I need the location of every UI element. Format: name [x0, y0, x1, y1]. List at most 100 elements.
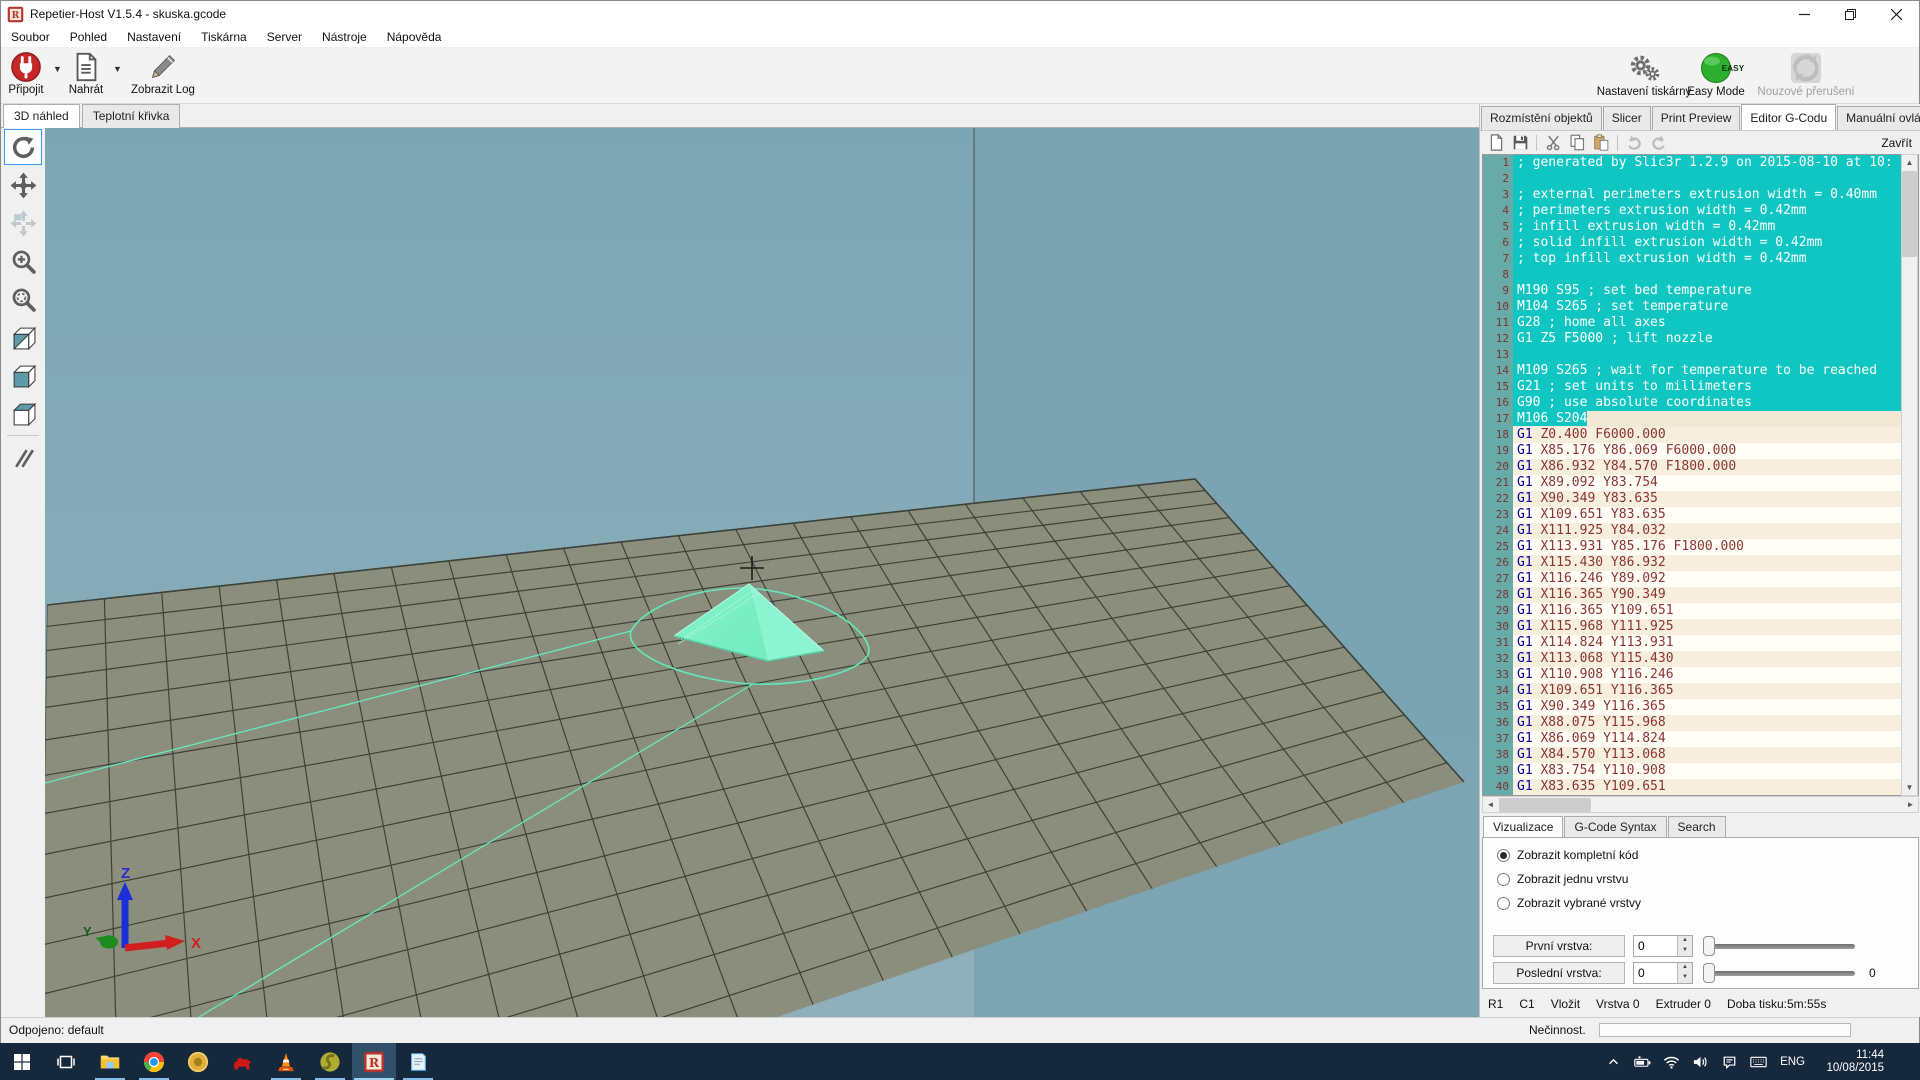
tool-zoom-in-icon[interactable]: [4, 243, 42, 279]
view-tab-teplotn-k-ivka[interactable]: Teplotní křivka: [82, 104, 181, 128]
taskbar-notepad-icon[interactable]: [396, 1043, 440, 1080]
tray-touch-keyboard-icon[interactable]: [1748, 1054, 1768, 1070]
last-layer-down[interactable]: ▼: [1677, 973, 1692, 983]
taskbar-gold-app-icon[interactable]: [176, 1043, 220, 1080]
view-tab-3d-n-hled[interactable]: 3D náhled: [3, 104, 80, 129]
tray-wifi-icon[interactable]: [1661, 1054, 1681, 1070]
connect-dropdown-arrow[interactable]: ▼: [53, 64, 62, 74]
tray-battery-icon[interactable]: [1632, 1054, 1652, 1070]
gcode-line-15[interactable]: 15G21 ; set units to millimeters: [1483, 379, 1918, 395]
last-layer-slider[interactable]: [1703, 962, 1855, 984]
close-editor-link[interactable]: Zavřít: [1881, 131, 1912, 155]
taskbar-start-icon[interactable]: [0, 1043, 44, 1080]
menu-item-soubor[interactable]: Soubor: [1, 27, 60, 47]
gcode-line-18[interactable]: 18G1 Z0.400 F6000.000: [1483, 427, 1918, 443]
tab-manu-ln-ovl-d-n[interactable]: Manuální ovládání: [1837, 106, 1920, 130]
radio-button[interactable]: [1497, 897, 1510, 910]
last-layer-button[interactable]: Poslední vrstva:: [1493, 962, 1625, 984]
gcode-line-6[interactable]: 6; solid infill extrusion width = 0.42mm: [1483, 235, 1918, 251]
taskbar-file-explorer-icon[interactable]: [88, 1043, 132, 1080]
gcode-line-38[interactable]: 38G1 X84.570 Y113.068: [1483, 747, 1918, 763]
tray-chevron-up-icon[interactable]: [1603, 1054, 1623, 1070]
close-button[interactable]: [1873, 1, 1919, 27]
first-layer-down[interactable]: ▼: [1677, 946, 1692, 956]
tool-rotate-icon[interactable]: [4, 129, 42, 165]
gcode-line-13[interactable]: 13: [1483, 347, 1918, 363]
taskbar-clock[interactable]: 11:44 10/08/2015: [1826, 1043, 1884, 1080]
gcode-line-23[interactable]: 23G1 X109.651 Y83.635: [1483, 507, 1918, 523]
taskbar-slicer-icon[interactable]: [308, 1043, 352, 1080]
tab-slicer[interactable]: Slicer: [1603, 106, 1651, 130]
copy-icon[interactable]: [1567, 133, 1587, 153]
gcode-line-8[interactable]: 8: [1483, 267, 1918, 283]
scroll-up-arrow[interactable]: ▲: [1902, 155, 1917, 170]
taskbar-chrome-icon[interactable]: [132, 1043, 176, 1080]
gcode-line-27[interactable]: 27G1 X116.246 Y89.092: [1483, 571, 1918, 587]
menu-item-nastaven[interactable]: Nastavení: [117, 27, 191, 47]
editor-horizontal-scrollbar[interactable]: ◄ ►: [1482, 796, 1919, 813]
gcode-line-9[interactable]: 9M190 S95 ; set bed temperature: [1483, 283, 1918, 299]
taskbar-vlc-icon[interactable]: [264, 1043, 308, 1080]
tab-rozm-st-n-objekt[interactable]: Rozmístění objektů: [1481, 106, 1602, 130]
scroll-left-arrow[interactable]: ◄: [1483, 797, 1498, 812]
taskbar-repetier-icon[interactable]: R: [352, 1043, 396, 1080]
gcode-line-7[interactable]: 7; top infill extrusion width = 0.42mm: [1483, 251, 1918, 267]
gcode-line-3[interactable]: 3; external perimeters extrusion width =…: [1483, 187, 1918, 203]
tray-language[interactable]: ENG: [1777, 1056, 1808, 1068]
gcode-line-35[interactable]: 35G1 X90.349 Y116.365: [1483, 699, 1918, 715]
taskbar-red-dog-app-icon[interactable]: [220, 1043, 264, 1080]
easy-mode-button[interactable]: EASY Easy Mode: [1684, 51, 1748, 101]
paste-icon[interactable]: [1591, 133, 1611, 153]
tray-volume-icon[interactable]: [1690, 1054, 1710, 1070]
radio-option-zobrazit-kompletn-k-d[interactable]: Zobrazit kompletní kód: [1497, 848, 1918, 862]
gcode-line-11[interactable]: 11G28 ; home all axes: [1483, 315, 1918, 331]
radio-option-zobrazit-vybran-vrstvy[interactable]: Zobrazit vybrané vrstvy: [1497, 896, 1918, 910]
first-layer-slider[interactable]: [1703, 935, 1855, 957]
first-layer-up[interactable]: ▲: [1677, 936, 1692, 946]
gcode-line-20[interactable]: 20G1 X86.932 Y84.570 F1800.000: [1483, 459, 1918, 475]
undo-icon[interactable]: [1624, 133, 1644, 153]
vertical-scroll-thumb[interactable]: [1902, 171, 1917, 257]
gcode-line-33[interactable]: 33G1 X110.908 Y116.246: [1483, 667, 1918, 683]
gcode-editor[interactable]: 1; generated by Slic3r 1.2.9 on 2015-08-…: [1482, 154, 1919, 796]
tool-parallel-projection-icon[interactable]: [4, 440, 42, 476]
gcode-line-16[interactable]: 16G90 ; use absolute coordinates: [1483, 395, 1918, 411]
scroll-down-arrow[interactable]: ▼: [1902, 780, 1917, 795]
tab-vizualizace[interactable]: Vizualizace: [1483, 816, 1563, 838]
menu-item-tisk-rna[interactable]: Tiskárna: [191, 27, 257, 47]
gcode-line-10[interactable]: 10M104 S265 ; set temperature: [1483, 299, 1918, 315]
gcode-line-31[interactable]: 31G1 X114.824 Y113.931: [1483, 635, 1918, 651]
gcode-line-34[interactable]: 34G1 X109.651 Y116.365: [1483, 683, 1918, 699]
3d-viewport[interactable]: Z X Y: [45, 128, 1479, 1017]
tab-g-code-syntax[interactable]: G-Code Syntax: [1564, 816, 1666, 838]
last-layer-up[interactable]: ▲: [1677, 963, 1692, 973]
tab-editor-g-codu[interactable]: Editor G-Codu: [1741, 104, 1836, 130]
gcode-line-5[interactable]: 5; infill extrusion width = 0.42mm: [1483, 219, 1918, 235]
gcode-line-39[interactable]: 39G1 X83.754 Y110.908: [1483, 763, 1918, 779]
gcode-line-24[interactable]: 24G1 X111.925 Y84.032: [1483, 523, 1918, 539]
gcode-line-26[interactable]: 26G1 X115.430 Y86.932: [1483, 555, 1918, 571]
restore-button[interactable]: [1827, 1, 1873, 27]
tool-isometric-view-icon[interactable]: [4, 319, 42, 355]
first-layer-spinner[interactable]: 0 ▲▼: [1633, 935, 1693, 957]
gcode-line-14[interactable]: 14M109 S265 ; wait for temperature to be…: [1483, 363, 1918, 379]
tab-print-preview[interactable]: Print Preview: [1652, 106, 1741, 130]
save-icon[interactable]: [1510, 133, 1530, 153]
last-layer-spinner[interactable]: 0 ▲▼: [1633, 962, 1693, 984]
connect-button[interactable]: Připojit: [3, 51, 49, 101]
gcode-line-12[interactable]: 12G1 Z5 F5000 ; lift nozzle: [1483, 331, 1918, 347]
tool-front-view-icon[interactable]: [4, 357, 42, 393]
tool-top-view-icon[interactable]: [4, 395, 42, 431]
tool-move-icon[interactable]: [4, 167, 42, 203]
scroll-right-arrow[interactable]: ►: [1903, 797, 1918, 812]
new-file-icon[interactable]: [1486, 133, 1506, 153]
editor-vertical-scrollbar[interactable]: ▲ ▼: [1901, 154, 1918, 796]
gcode-line-37[interactable]: 37G1 X86.069 Y114.824: [1483, 731, 1918, 747]
show-log-button[interactable]: Zobrazit Log: [125, 51, 201, 101]
load-button[interactable]: Nahrát: [63, 51, 109, 101]
radio-option-zobrazit-jednu-vrstvu[interactable]: Zobrazit jednu vrstvu: [1497, 872, 1918, 886]
radio-button[interactable]: [1497, 873, 1510, 886]
gcode-line-2[interactable]: 2: [1483, 171, 1918, 187]
gcode-line-4[interactable]: 4; perimeters extrusion width = 0.42mm: [1483, 203, 1918, 219]
gcode-line-29[interactable]: 29G1 X116.365 Y109.651: [1483, 603, 1918, 619]
